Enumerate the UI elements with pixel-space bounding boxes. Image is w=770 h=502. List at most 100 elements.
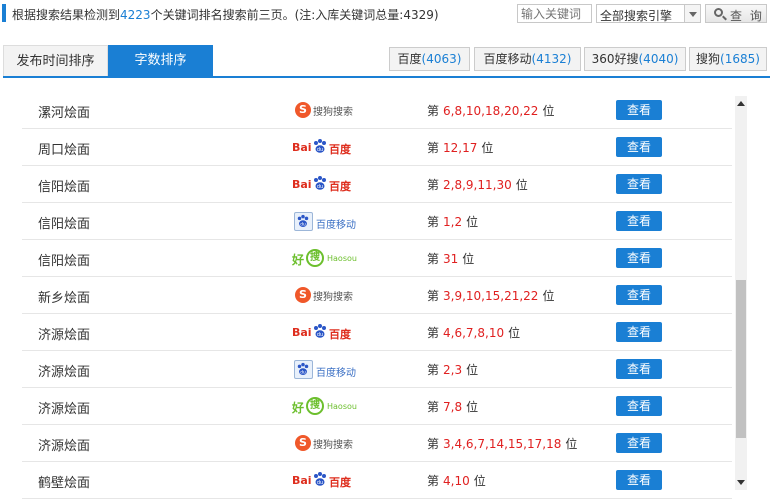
rank-prefix: 第 [427, 400, 440, 414]
engine-tab-haosou[interactable]: 360好搜(4040) [584, 47, 686, 71]
baidu-logo-text: 百度 [329, 476, 351, 489]
baidu-logo-icon: Bai du 百度 [292, 470, 362, 492]
svg-text:du: du [317, 332, 323, 338]
rank-suffix: 位 [466, 363, 479, 377]
svg-text:du: du [317, 480, 323, 486]
engine-tab-count: (1685) [720, 52, 760, 66]
view-button[interactable]: 查看 [616, 285, 662, 305]
ranking-list: 漯河烩面 S 搜狗搜索第 6,8,10,18,20,22 位查看 周口烩面 Bai du 百度第… [22, 92, 732, 502]
rank-positions: 2,3 [443, 363, 463, 377]
rank-suffix: 位 [466, 400, 479, 414]
sogou-mark: S [295, 287, 311, 303]
rank-prefix: 第 [427, 252, 440, 266]
rank-prefix: 第 [427, 104, 440, 118]
rank-positions: 4,6,7,8,10 [443, 326, 505, 340]
keyword-text: 济源烩面 [38, 402, 91, 417]
baidu-paw-icon: du [296, 362, 310, 376]
rank-positions: 7,8 [443, 400, 463, 414]
keyword-text: 信阳烩面 [38, 254, 91, 269]
baidu-paw-icon: du [312, 471, 328, 487]
keyword-text: 鹤壁烩面 [38, 476, 91, 491]
baidu-mobile-logo-icon: du 百度移动 [292, 211, 362, 233]
keyword-text: 信阳烩面 [38, 180, 91, 195]
view-button[interactable]: 查看 [616, 211, 662, 231]
rank-prefix: 第 [427, 437, 440, 451]
baidu-logo-text: 百度 [329, 180, 351, 193]
view-button[interactable]: 查看 [616, 322, 662, 342]
accent-bar [2, 4, 6, 22]
engine-tab-baidu[interactable]: 百度(4063) [389, 47, 470, 71]
baidu-paw-icon: du [312, 323, 328, 339]
view-button[interactable]: 查看 [616, 470, 662, 490]
rank-suffix: 位 [515, 178, 528, 192]
scroll-thumb[interactable] [736, 280, 746, 438]
table-row: 漯河烩面 S 搜狗搜索 第 6,8,10,18,20,22 位 查看 [22, 92, 732, 129]
keyword-count: 4223 [120, 8, 151, 22]
haosou-logo-icon: 好搜 Haosou [292, 248, 362, 270]
view-button[interactable]: 查看 [616, 433, 662, 453]
rank-suffix: 位 [466, 215, 479, 229]
engine-tab-sogou[interactable]: 搜狗(1685) [689, 47, 767, 71]
view-button[interactable]: 查看 [616, 359, 662, 379]
view-button[interactable]: 查看 [616, 137, 662, 157]
table-row: 济源烩面 好搜 Haosou 第 7,8 位 查看 [22, 388, 732, 425]
svg-text:du: du [300, 221, 306, 227]
sogou-mark: S [295, 435, 311, 451]
table-row: 信阳烩面 du 百度移动 第 1,2 位 查看 [22, 203, 732, 240]
keyword-text: 新乡烩面 [38, 291, 91, 306]
rank-text: 第 2,8,9,11,30 位 [427, 176, 528, 193]
engine-tab-name: 百度 [397, 52, 422, 66]
rank-suffix: 位 [481, 141, 494, 155]
view-button[interactable]: 查看 [616, 100, 662, 120]
scroll-down-arrow-icon[interactable] [735, 476, 747, 490]
haosou-logo-icon: 好搜 Haosou [292, 396, 362, 418]
table-row: 济源烩面 S 搜狗搜索 第 3,4,6,7,14,15,17,18 位 查看 [22, 425, 732, 462]
rank-text: 第 3,9,10,15,21,22 位 [427, 287, 554, 304]
view-button[interactable]: 查看 [616, 174, 662, 194]
baidu-logo-bai: Bai [292, 178, 312, 191]
scrollbar[interactable] [735, 96, 747, 490]
engine-select-value: 全部搜索引擎 [600, 9, 673, 23]
baidu-paw-icon: du [312, 175, 328, 191]
view-button[interactable]: 查看 [616, 396, 662, 416]
rank-positions: 3,9,10,15,21,22 [443, 289, 539, 303]
view-button[interactable]: 查看 [616, 248, 662, 268]
rank-text: 第 3,4,6,7,14,15,17,18 位 [427, 435, 577, 452]
tab-sort-by-date[interactable]: 发布时间排序 [3, 45, 108, 76]
rank-text: 第 12,17 位 [427, 139, 493, 156]
engine-tab-count: (4040) [638, 52, 679, 66]
baidu-mobile-logo-text: 百度移动 [316, 220, 356, 231]
engine-tab-baidu-mobile[interactable]: 百度移动(4132) [474, 47, 581, 71]
keyword-search-input[interactable] [517, 4, 592, 23]
keyword-text: 济源烩面 [38, 439, 91, 454]
baidu-logo-icon: Bai du 百度 [292, 174, 362, 196]
rank-positions: 12,17 [443, 141, 478, 155]
table-row: 济源烩面 du 百度移动 第 2,3 位 查看 [22, 351, 732, 388]
scroll-up-arrow-icon[interactable] [735, 96, 747, 110]
table-row: 济源烩面 Bai du 百度 第 4,6,7,8,10 位 查看 [22, 314, 732, 351]
haosou-logo-hao: 好 [292, 401, 305, 415]
table-row: 新乡烩面 S 搜狗搜索 第 3,9,10,15,21,22 位 查看 [22, 277, 732, 314]
chevron-down-icon[interactable] [684, 5, 700, 22]
keyword-text: 济源烩面 [38, 328, 91, 343]
tab-sort-by-length[interactable]: 字数排序 [108, 45, 213, 76]
query-button[interactable]: 查 询 [705, 4, 767, 23]
baidu-paw-icon: du [312, 138, 328, 154]
engine-select[interactable]: 全部搜索引擎 [596, 4, 701, 23]
rank-prefix: 第 [427, 178, 440, 192]
table-row: 信阳烩面 好搜 Haosou 第 31 位 查看 [22, 240, 732, 277]
engine-tab-count: (4132) [531, 52, 572, 66]
rank-suffix: 位 [473, 474, 486, 488]
rank-positions: 31 [443, 252, 459, 266]
table-row: 信阳烩面 Bai du 百度 第 2,8,9,11,30 位 查看 [22, 166, 732, 203]
haosou-logo-text: Haosou [327, 402, 357, 411]
baidu-logo-bai: Bai [292, 141, 312, 154]
sogou-logo-icon: S 搜狗搜索 [292, 100, 362, 122]
summary-suffix: 个关键词排名搜索前三页。(注:入库关键词总量:4329) [150, 8, 439, 22]
engine-tab-name: 百度移动 [483, 52, 532, 66]
rank-positions: 2,8,9,11,30 [443, 178, 512, 192]
engine-tab-name: 360好搜 [591, 52, 639, 66]
rank-positions: 4,10 [443, 474, 470, 488]
rank-prefix: 第 [427, 363, 440, 377]
svg-text:du: du [317, 184, 323, 190]
